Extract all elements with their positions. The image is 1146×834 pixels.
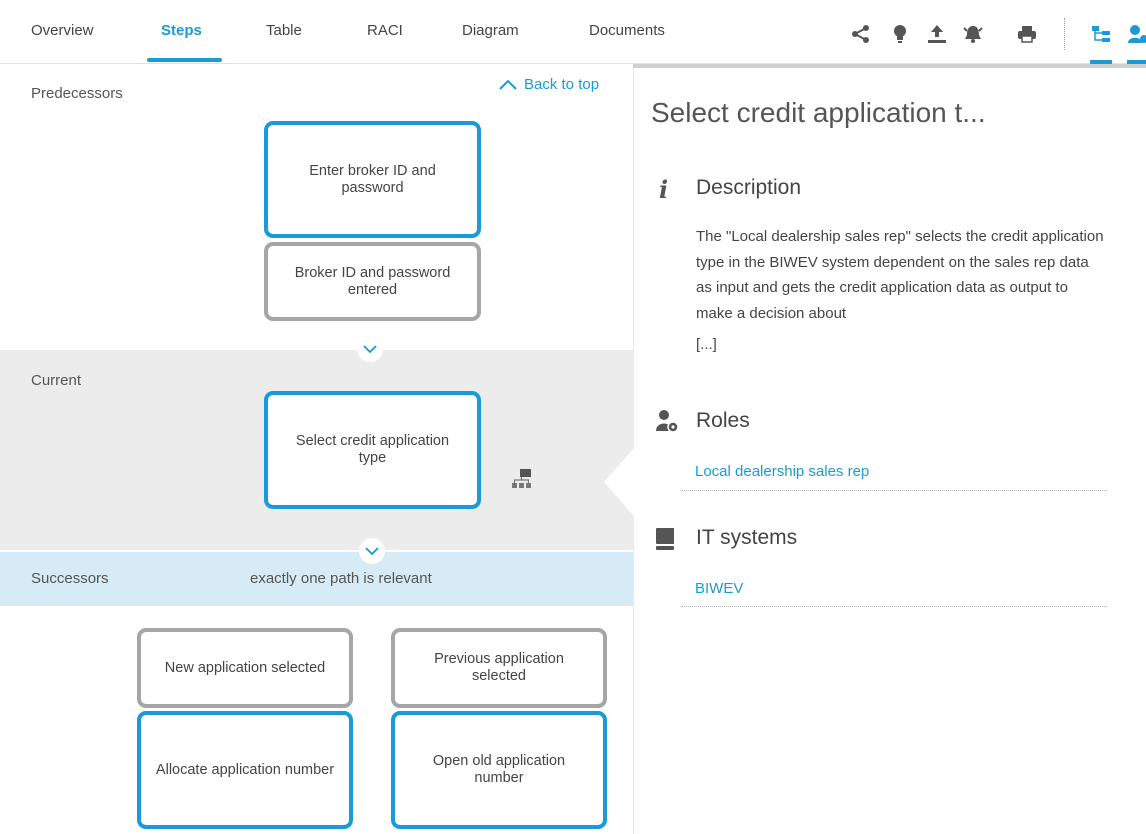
info-icon: i — [659, 177, 668, 201]
tree-view-icon[interactable] — [1090, 24, 1112, 44]
successors-label: Successors — [31, 570, 109, 587]
detail-pointer — [604, 448, 634, 516]
successor-event-node[interactable]: New application selected — [137, 628, 353, 708]
alarm-icon[interactable] — [962, 24, 984, 44]
successor-function-node[interactable]: Open old application number — [391, 711, 607, 829]
description-more[interactable]: [...] — [696, 332, 717, 358]
lightbulb-icon[interactable] — [889, 24, 911, 44]
it-systems-heading: IT systems — [696, 526, 798, 549]
chevron-down-icon — [365, 547, 379, 555]
it-system-link[interactable]: BIWEV — [695, 580, 743, 597]
svg-text:i: i — [659, 177, 668, 201]
chevron-up-icon — [499, 79, 517, 90]
tab-table[interactable]: Table — [266, 22, 302, 39]
tab-steps[interactable]: Steps — [161, 22, 202, 39]
top-navigation: Overview Steps Table RACI Diagram Docume… — [0, 0, 1146, 64]
tab-overview[interactable]: Overview — [31, 22, 94, 39]
node-label: Open old application number — [432, 753, 566, 786]
predecessor-event-node[interactable]: Broker ID and password entered — [264, 242, 481, 321]
successor-event-node[interactable]: Previous application selected — [391, 628, 607, 708]
current-function-node[interactable]: Select credit application type — [264, 391, 481, 509]
it-system-icon — [656, 528, 674, 550]
node-label: New application selected — [164, 659, 326, 676]
node-label: Allocate application number — [155, 761, 335, 778]
node-label: Select credit application type — [295, 433, 450, 466]
back-to-top-link[interactable]: Back to top — [498, 76, 599, 93]
tab-diagram[interactable]: Diagram — [462, 22, 519, 39]
node-label: Enter broker ID and password — [309, 162, 436, 196]
tab-documents[interactable]: Documents — [589, 22, 665, 39]
successors-note: exactly one path is relevant — [250, 570, 432, 587]
divider — [681, 490, 1107, 491]
active-tab-indicator — [147, 58, 222, 62]
tab-raci[interactable]: RACI — [367, 22, 403, 39]
roles-view-icon[interactable] — [1127, 24, 1146, 44]
description-body: The "Local dealership sales rep" selects… — [696, 228, 1104, 322]
assignment-icon[interactable] — [511, 468, 533, 490]
predecessors-label: Predecessors — [31, 85, 123, 102]
role-icon — [656, 410, 679, 433]
expand-chevron-current[interactable] — [359, 538, 385, 564]
node-label: Broker ID and password entered — [294, 264, 451, 298]
expand-chevron-predecessors[interactable] — [357, 336, 383, 362]
print-icon[interactable] — [1016, 24, 1038, 44]
role-link[interactable]: Local dealership sales rep — [695, 463, 869, 480]
description-text: The "Local dealership sales rep" selects… — [696, 224, 1106, 358]
share-icon[interactable] — [850, 24, 872, 44]
successor-function-node[interactable]: Allocate application number — [137, 711, 353, 829]
chevron-down-icon — [363, 345, 377, 353]
back-to-top-label: Back to top — [524, 76, 600, 93]
description-heading: Description — [696, 176, 802, 199]
toolbar-divider — [1064, 18, 1065, 50]
node-label: Previous application selected — [434, 651, 564, 684]
current-label: Current — [31, 372, 82, 389]
predecessor-function-node[interactable]: Enter broker ID and password — [264, 121, 481, 238]
divider — [681, 606, 1107, 607]
roles-heading: Roles — [696, 409, 750, 432]
upload-icon[interactable] — [926, 24, 948, 44]
detail-title: Select credit application t... — [651, 97, 986, 128]
